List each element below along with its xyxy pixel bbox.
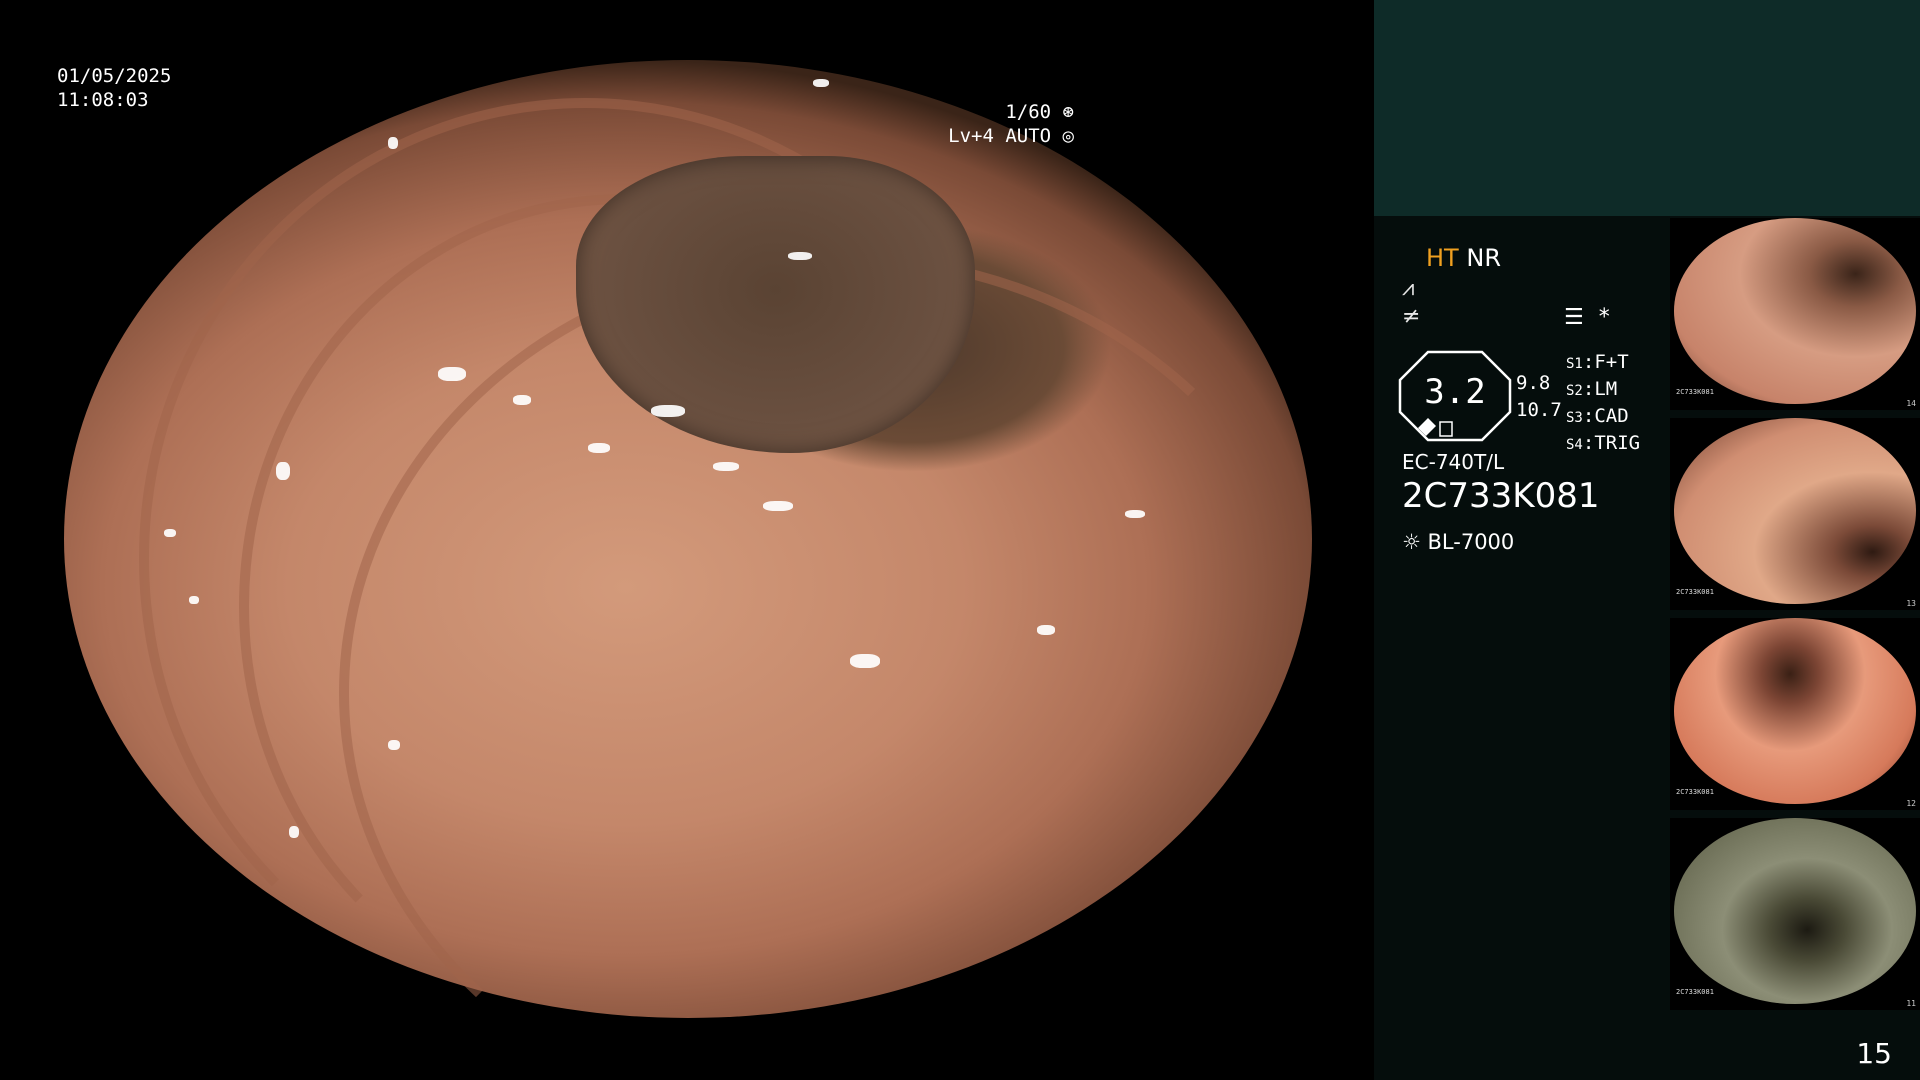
- light-reflection: [288, 826, 299, 839]
- light-source-label: BL-7000: [1427, 530, 1515, 554]
- endoscopy-image: [64, 60, 1312, 1018]
- thumbnail-index: 12: [1906, 799, 1916, 808]
- thumbnail[interactable]: 2C733K081 14: [1670, 218, 1920, 410]
- mode-indicators: HT NR: [1426, 244, 1501, 272]
- side-value-2: 10.7: [1516, 399, 1562, 421]
- thumbnail-index: 13: [1906, 599, 1916, 608]
- menu-icons: ☰ *: [1564, 305, 1610, 330]
- light-reflection: [388, 740, 401, 751]
- thumbnail-serial: 2C733K081: [1676, 988, 1714, 996]
- light-source: ☼ BL-7000: [1402, 530, 1514, 554]
- aperture-icon: ⊛: [1062, 101, 1074, 123]
- scope-serial: 2C733K081: [1402, 476, 1600, 516]
- light-reflection: [712, 462, 739, 472]
- setting-value: F+T: [1594, 351, 1629, 373]
- shutter-text: 1/60: [1005, 101, 1052, 123]
- thumbnail[interactable]: 2C733K081 12: [1670, 618, 1920, 810]
- light-reflection: [388, 136, 399, 149]
- thumbnail-image: [1674, 218, 1916, 404]
- setting-value: LM: [1594, 378, 1618, 400]
- nr-label: NR: [1466, 244, 1501, 272]
- filter-icon: ≠: [1402, 304, 1421, 329]
- thumbnail-image: [1674, 418, 1916, 604]
- date-text: 01/05/2025: [57, 65, 172, 87]
- thumbnail-index: 11: [1906, 999, 1916, 1008]
- page-number: 15: [1856, 1037, 1892, 1070]
- switch-settings: S1:F+T S2:LM S3:CAD S4:TRIG: [1566, 350, 1640, 458]
- light-reflection: [513, 395, 532, 406]
- level-row: Lv+4 AUTO ◎: [948, 124, 1074, 148]
- light-reflection: [188, 596, 199, 605]
- setting-value: CAD: [1594, 405, 1629, 427]
- ht-label: HT: [1426, 244, 1459, 272]
- thumbnail-image: [1674, 618, 1916, 804]
- panel-header-area: [1374, 0, 1920, 216]
- light-reflection: [438, 366, 467, 381]
- setting-row: S2:LM: [1566, 378, 1618, 400]
- thumbnail[interactable]: 2C733K081 11: [1670, 818, 1920, 1010]
- light-source-icon: ☼: [1402, 530, 1421, 554]
- setting-key: S4: [1566, 437, 1583, 453]
- enhancement-icon: ⩘: [1402, 276, 1415, 301]
- shutter-row: 1/60 ⊛: [948, 100, 1074, 124]
- scope-model: EC-740T/L: [1402, 450, 1505, 474]
- exposure-block: 1/60 ⊛ Lv+4 AUTO ◎: [948, 100, 1074, 148]
- thumbnail-index: 14: [1906, 399, 1916, 408]
- octagon-value: 3.2: [1424, 372, 1486, 412]
- setting-key: S3: [1566, 410, 1583, 426]
- info-panel: HT NR ⩘ ≠ ☰ * 3.2 9.8 10.7 S1:F+T S2:LM …: [1374, 0, 1920, 1080]
- thumbnail-image: [1674, 818, 1916, 1004]
- time-text: 11:08:03: [57, 89, 149, 111]
- endoscopy-main-view: 01/05/2025 11:08:03 1/60 ⊛ Lv+4 AUTO ◎: [0, 0, 1374, 1080]
- light-reflection: [650, 404, 685, 417]
- iris-icon: ◎: [1062, 125, 1074, 147]
- light-reflection: [588, 443, 611, 454]
- setting-row: S1:F+T: [1566, 351, 1629, 373]
- side-value-1: 9.8: [1516, 372, 1551, 394]
- light-reflection: [762, 500, 793, 511]
- setting-row: S4:TRIG: [1566, 432, 1641, 454]
- thumbnail-serial: 2C733K081: [1676, 588, 1714, 596]
- level-text: Lv+4 AUTO: [948, 125, 1052, 147]
- menu-icon: ☰: [1564, 305, 1584, 330]
- asterisk-icon: *: [1598, 305, 1610, 330]
- light-reflection: [850, 653, 881, 668]
- light-reflection: [276, 462, 291, 481]
- setting-key: S1: [1566, 356, 1583, 372]
- octagon-gauge: 3.2: [1398, 350, 1512, 442]
- setting-row: S3:CAD: [1566, 405, 1629, 427]
- thumbnail[interactable]: 2C733K081 13: [1670, 418, 1920, 610]
- light-reflection: [812, 79, 829, 88]
- setting-key: S2: [1566, 383, 1583, 399]
- light-reflection: [1124, 510, 1145, 519]
- thumbnail-serial: 2C733K081: [1676, 788, 1714, 796]
- light-reflection: [787, 251, 812, 260]
- setting-value: TRIG: [1594, 432, 1641, 454]
- thumbnail-serial: 2C733K081: [1676, 388, 1714, 396]
- date-time-block: 01/05/2025 11:08:03: [57, 64, 171, 112]
- light-reflection: [163, 529, 176, 538]
- side-values: 9.8 10.7: [1516, 370, 1562, 424]
- light-reflection: [1037, 625, 1056, 636]
